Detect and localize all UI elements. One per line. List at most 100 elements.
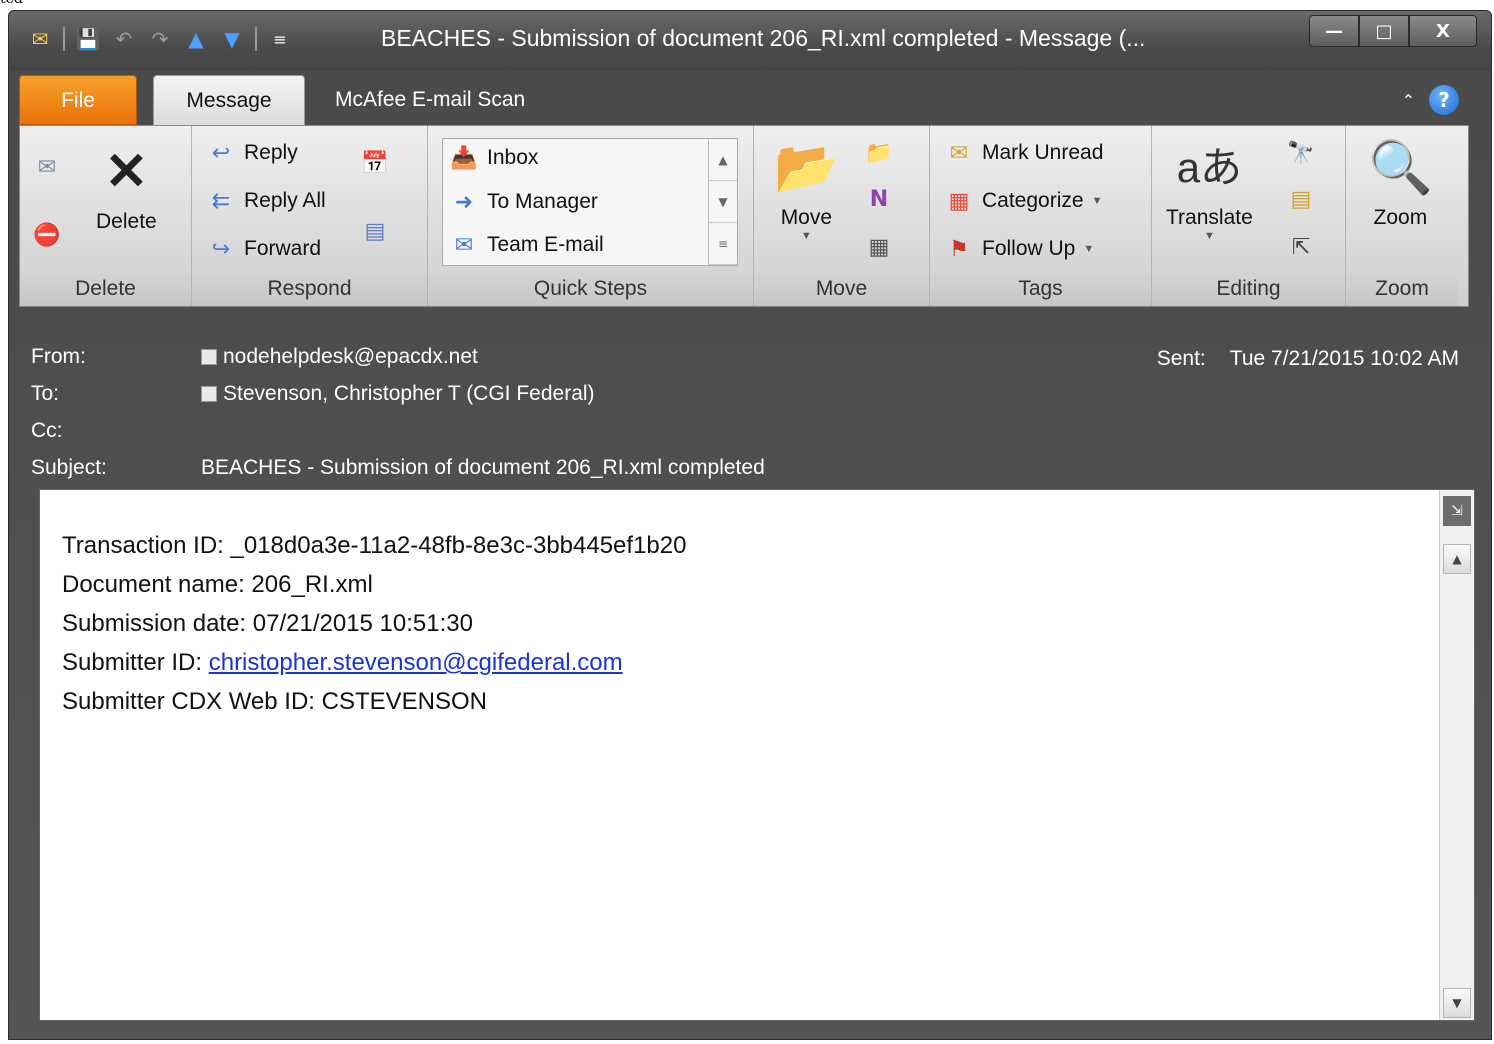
to-manager-icon: ➜ (454, 189, 474, 214)
help-icon[interactable]: ? (1429, 85, 1459, 115)
categorize-button[interactable]: ▦ Categorize ▼ (944, 186, 1103, 216)
scroll-down-icon[interactable]: ▼ (709, 181, 737, 223)
translate-button[interactable]: aあ Translate ▼ (1166, 136, 1253, 242)
from-value[interactable]: nodehelpdesk@epacdx.net (201, 345, 478, 369)
quick-step-to-manager-label: To Manager (487, 190, 598, 213)
rules-icon[interactable]: 📁 (864, 138, 894, 168)
title-bar: ✉ 💾 ↶ ↷ ▲ ▼ ≡ BEACHES - Submission of do… (9, 11, 1491, 71)
reply-all-button[interactable]: ⇇ Reply All (206, 186, 326, 216)
quick-step-to-manager[interactable]: ➜ To Manager (449, 187, 598, 217)
minimize-button[interactable]: — (1309, 15, 1359, 47)
mark-unread-button[interactable]: ✉ Mark Unread (944, 138, 1104, 168)
move-button-label: Move (780, 206, 833, 229)
maximize-button[interactable]: □ (1359, 15, 1409, 47)
save-icon[interactable]: 💾 (75, 27, 101, 51)
message-body-pane: Transaction ID: _018d0a3e-11a2-48fb-8e3c… (39, 489, 1475, 1021)
quick-step-inbox-label: Inbox (487, 146, 539, 169)
editing-group: aあ Translate ▼ 🔭 ▤ ⇱ Editing (1152, 126, 1346, 306)
submitter-email-link[interactable]: christopher.stevenson@cgifederal.com (209, 649, 623, 676)
delete-group-label: Delete (20, 272, 191, 306)
zoom-button-label: Zoom (1373, 206, 1428, 229)
from-address: nodehelpdesk@epacdx.net (223, 345, 478, 368)
categorize-dropdown-icon: ▼ (1091, 195, 1103, 207)
tags-group: ✉ Mark Unread ▦ Categorize ▼ ⚑ Follow Up… (930, 126, 1152, 306)
delete-button-label: Delete (96, 210, 157, 233)
find-icon[interactable]: 🔭 (1286, 138, 1316, 168)
cc-label: Cc: (31, 419, 63, 442)
team-email-icon: ✉ (454, 232, 474, 257)
magnifier-icon: 🔍 (1368, 139, 1433, 197)
expand-gallery-icon[interactable]: ≡ (709, 223, 737, 265)
reply-icon: ↩ (211, 140, 231, 165)
scroll-up-button[interactable]: ▲ (1443, 544, 1471, 574)
ignore-icon[interactable]: ✉ (32, 152, 62, 182)
categorize-icon: ▦ (948, 188, 970, 213)
to-label: To: (31, 382, 60, 405)
presence-icon (201, 349, 217, 365)
follow-up-label: Follow Up (982, 237, 1076, 260)
scroll-up-icon[interactable]: ▲ (709, 139, 737, 181)
sent-label: Sent: (1156, 347, 1206, 370)
meeting-icon[interactable]: 📅 (360, 148, 390, 178)
tags-group-label: Tags (930, 272, 1151, 306)
delete-button[interactable]: ✕ Delete (96, 140, 157, 234)
respond-group-label: Respond (192, 272, 427, 306)
presence-icon (201, 386, 217, 402)
document-name-line: Document name: 206_RI.xml (62, 571, 373, 598)
junk-icon[interactable]: ⛔ (32, 220, 62, 250)
reply-button[interactable]: ↩ Reply (206, 138, 298, 168)
move-button[interactable]: 📂 Move ▼ (774, 136, 839, 242)
follow-up-button[interactable]: ⚑ Follow Up ▼ (944, 234, 1094, 264)
tab-mcafee-email-scan[interactable]: McAfee E-mail Scan (335, 75, 575, 125)
submitter-id-line: Submitter ID: christopher.stevenson@cgif… (62, 643, 686, 682)
tab-message[interactable]: Message (153, 75, 305, 125)
actions-icon[interactable]: ▦ (864, 232, 894, 262)
scroll-down-button[interactable]: ▼ (1443, 988, 1471, 1018)
submitter-cdx-line: Submitter CDX Web ID: CSTEVENSON (62, 688, 487, 715)
quick-step-team-email-label: Team E-mail (487, 233, 604, 256)
people-pane-icon[interactable]: ⇲ (1443, 496, 1471, 526)
onenote-icon[interactable]: N (864, 184, 894, 214)
move-folder-icon: 📂 (774, 139, 839, 197)
sent-row: Sent: Tue 7/21/2015 10:02 AM (1157, 347, 1459, 371)
minimize-ribbon-icon[interactable]: ⌃ (1402, 91, 1415, 110)
tab-file[interactable]: File (19, 75, 137, 125)
zoom-group: 🔍 Zoom Zoom (1346, 126, 1458, 306)
follow-up-dropdown-icon: ▼ (1083, 243, 1095, 255)
subject-label: Subject: (31, 456, 107, 479)
delete-group: ✉ ⛔ ✕ Delete Delete (20, 126, 192, 306)
customize-qat-icon[interactable]: ≡ (267, 27, 293, 51)
quick-step-inbox[interactable]: 📥 Inbox (449, 143, 538, 173)
mark-unread-label: Mark Unread (982, 141, 1104, 164)
more-respond-icon[interactable]: ▤ (360, 216, 390, 246)
qat-separator (63, 27, 65, 51)
down-arrow-icon[interactable]: ▼ (219, 27, 245, 51)
related-icon[interactable]: ▤ (1286, 184, 1316, 214)
reply-all-icon: ⇇ (211, 188, 231, 213)
close-button[interactable]: X (1409, 15, 1477, 47)
vertical-scrollbar[interactable]: ⇲ ▲ ▼ (1439, 490, 1474, 1020)
quick-step-team-email[interactable]: ✉ Team E-mail (449, 230, 604, 260)
ribbon: ✉ ⛔ ✕ Delete Delete ↩ Reply ⇇ Reply All … (19, 125, 1469, 307)
forward-icon: ↪ (211, 236, 231, 261)
reply-label: Reply (244, 141, 298, 164)
from-label: From: (31, 345, 86, 368)
subject-value: BEACHES - Submission of document 206_RI.… (201, 456, 765, 479)
select-cursor-icon[interactable]: ⇱ (1286, 232, 1316, 262)
page-fragment-text: ted (0, 0, 23, 7)
submission-date-line: Submission date: 07/21/2015 10:51:30 (62, 610, 473, 637)
zoom-group-label: Zoom (1346, 272, 1458, 306)
move-dropdown-icon: ▼ (800, 230, 812, 242)
forward-button[interactable]: ↪ Forward (206, 234, 321, 264)
undo-icon[interactable]: ↶ (111, 27, 137, 51)
translate-label: Translate (1166, 206, 1253, 229)
quick-steps-scroller: ▲ ▼ ≡ (708, 139, 737, 265)
up-arrow-icon[interactable]: ▲ (183, 27, 209, 51)
quick-steps-gallery: 📥 Inbox ➜ To Manager ✉ Team E-mail ▲ ▼ ≡ (442, 138, 738, 266)
inbox-icon: 📥 (450, 145, 478, 170)
mark-unread-icon: ✉ (949, 140, 969, 165)
zoom-button[interactable]: 🔍 Zoom (1368, 136, 1433, 230)
quick-steps-group-label: Quick Steps (428, 272, 753, 306)
to-value[interactable]: Stevenson, Christopher T (CGI Federal) (201, 382, 595, 406)
redo-icon[interactable]: ↷ (147, 27, 173, 51)
